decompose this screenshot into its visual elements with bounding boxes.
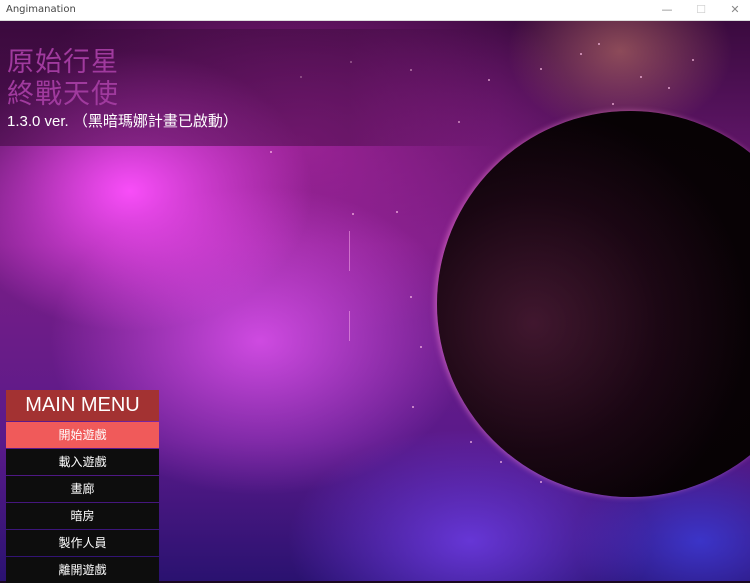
menu-item-darkroom[interactable]: 暗房 — [6, 503, 159, 529]
menu-item-gallery[interactable]: 畫廊 — [6, 476, 159, 502]
light-streak — [349, 231, 350, 271]
star — [270, 151, 272, 153]
window-titlebar: Angimanation — ☐ ✕ — [0, 0, 750, 21]
light-streak — [349, 311, 350, 341]
menu-item-exit-game[interactable]: 離開遊戲 — [6, 557, 159, 583]
star — [668, 87, 670, 89]
main-menu-header: MAIN MENU — [6, 390, 159, 421]
star — [598, 43, 600, 45]
star — [540, 68, 542, 70]
window-title: Angimanation — [6, 4, 76, 15]
star — [420, 346, 422, 348]
minimize-icon[interactable]: — — [650, 0, 684, 20]
star — [580, 53, 582, 55]
menu-item-load-game[interactable]: 載入遊戲 — [6, 449, 159, 475]
star — [396, 211, 398, 213]
menu-item-start-game[interactable]: 開始遊戲 — [6, 422, 159, 448]
menu-item-credits[interactable]: 製作人員 — [6, 530, 159, 556]
star — [412, 406, 414, 408]
star — [692, 59, 694, 61]
star — [640, 76, 642, 78]
star — [470, 441, 472, 443]
star — [540, 481, 542, 483]
game-title-line2: 終戰天使 — [7, 79, 119, 110]
close-icon[interactable]: ✕ — [718, 0, 750, 20]
star — [612, 103, 614, 105]
version-label: 1.3.0 ver. （黑暗瑪娜計畫已啟動） — [7, 113, 238, 130]
star — [410, 296, 412, 298]
dark-planet — [437, 111, 750, 497]
game-title-line1: 原始行星 — [7, 47, 119, 78]
star — [352, 213, 354, 215]
main-menu: MAIN MENU 開始遊戲 載入遊戲 畫廊 暗房 製作人員 離開遊戲 — [6, 390, 159, 583]
maximize-icon[interactable]: ☐ — [684, 0, 718, 20]
star — [500, 461, 502, 463]
